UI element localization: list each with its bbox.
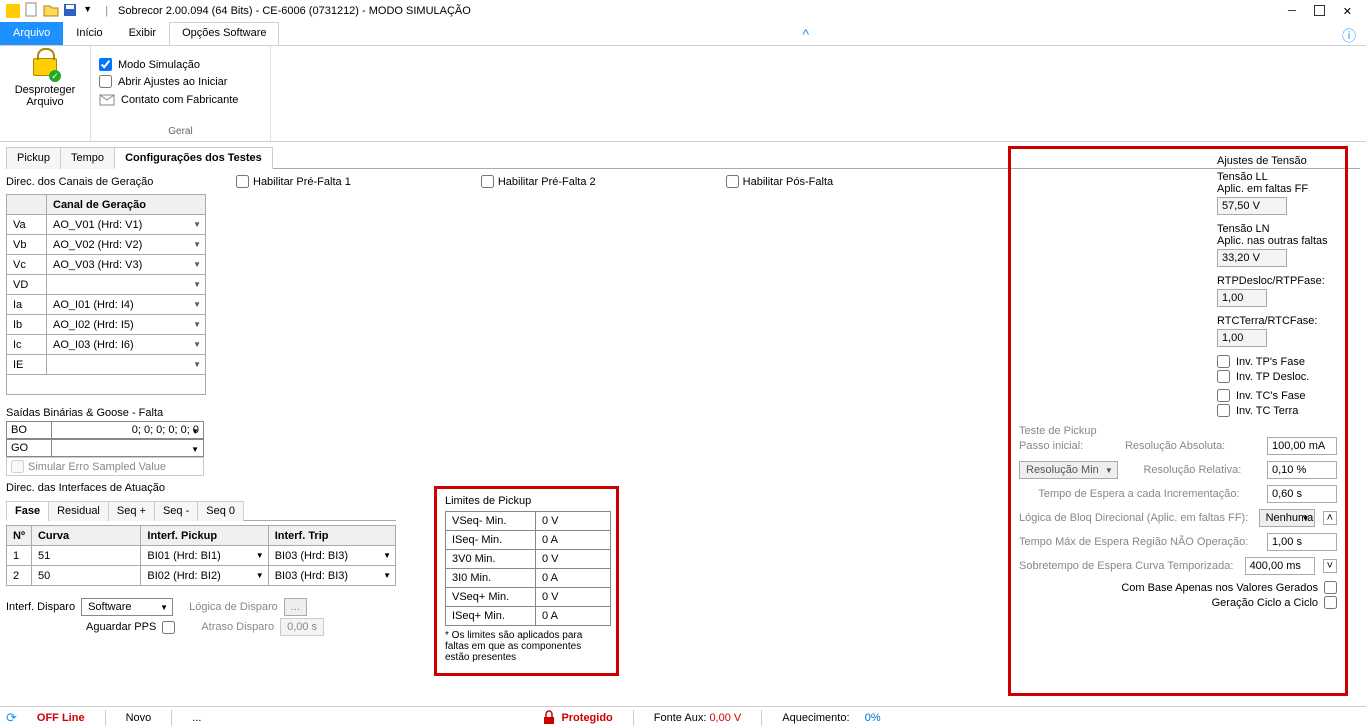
title-bar: ▼ | Sobrecor 2.00.094 (64 Bits) - CE-600…	[0, 0, 1366, 22]
dropdown-icon[interactable]: ▼	[83, 4, 99, 20]
habilitar-pre1-check[interactable]: Habilitar Pré-Falta 1	[236, 175, 351, 188]
ajustes-tensao-box: Ajustes de Tensão Tensão LL Aplic. em fa…	[1008, 146, 1348, 696]
status-novo: Novo	[126, 712, 152, 724]
rtc-field[interactable]: 1,00	[1217, 329, 1267, 347]
save-icon[interactable]	[62, 2, 78, 18]
contato-fabricante-button[interactable]: Contato com Fabricante	[99, 90, 262, 110]
app-icon	[6, 4, 20, 18]
tab-inicio[interactable]: Início	[63, 22, 115, 45]
close-button[interactable]: ✕	[1343, 5, 1352, 18]
tab-opcoes-software[interactable]: Opções Software	[169, 22, 279, 45]
interf-disparo-select[interactable]: Software	[81, 598, 173, 616]
window-title: Sobrecor 2.00.094 (64 Bits) - CE-6006 (0…	[118, 5, 471, 17]
gen-channel-table[interactable]: Canal de Geração VaAO_V01 (Hrd: V1) VbAO…	[6, 194, 206, 395]
tab-exibir[interactable]: Exibir	[116, 22, 170, 45]
quick-access[interactable]: ▼	[24, 2, 101, 21]
tab-arquivo[interactable]: Arquivo	[0, 22, 63, 45]
curve-table[interactable]: NºCurvaInterf. PickupInterf. Trip 151BI0…	[6, 525, 396, 586]
minimize-button[interactable]: ─	[1288, 5, 1296, 18]
status-bar: ⟳ OFF Line Novo ... Protegido Fonte Aux:…	[0, 706, 1366, 728]
open-folder-icon[interactable]	[43, 2, 59, 18]
tensao-ln-field[interactable]: 33,20 V	[1217, 249, 1287, 267]
go-select[interactable]	[52, 439, 204, 457]
help-icon[interactable]: ⓘ	[1332, 22, 1366, 45]
simular-erro-check: Simular Erro Sampled Value	[6, 457, 204, 476]
rtpd-field[interactable]: 1,00	[1217, 289, 1267, 307]
phase-tab-residual[interactable]: Residual	[48, 501, 109, 521]
fonte-aux-label: Fonte Aux: 0,00 V	[654, 712, 741, 724]
status-dots: ...	[192, 712, 201, 724]
tempo-espera-field[interactable]: 0,60 s	[1267, 485, 1337, 503]
aguardar-pps-check[interactable]	[162, 621, 175, 634]
maximize-button[interactable]	[1314, 5, 1325, 16]
scroll-down-icon[interactable]: ˅	[1323, 559, 1337, 573]
inv-tc-terra-check[interactable]	[1217, 404, 1230, 417]
collapse-ribbon-icon[interactable]: ^	[792, 22, 819, 45]
inv-tp-fase-check[interactable]	[1217, 355, 1230, 368]
tempo-max-field[interactable]: 1,00 s	[1267, 533, 1337, 551]
new-file-icon[interactable]	[24, 2, 40, 18]
direc-canais-label: Direc. dos Canais de Geração	[6, 176, 216, 188]
phase-tab-seqminus[interactable]: Seq -	[154, 501, 198, 521]
status-offline: OFF Line	[37, 712, 85, 724]
habilitar-pos-check[interactable]: Habilitar Pós-Falta	[726, 175, 833, 188]
geracao-ciclo-check[interactable]	[1324, 596, 1337, 609]
inv-tp-desloc-check[interactable]	[1217, 370, 1230, 383]
scroll-up-icon[interactable]: ˄	[1323, 511, 1337, 525]
subtab-tempo[interactable]: Tempo	[60, 147, 115, 169]
lock-icon	[541, 710, 557, 726]
group-caption-geral: Geral	[99, 126, 262, 137]
interf-disparo-label: Interf. Disparo	[6, 601, 75, 613]
ribbon-tabs: Arquivo Início Exibir Opções Software ^ …	[0, 22, 1366, 46]
workspace: Pickup Tempo Configurações dos Testes Di…	[0, 142, 1366, 706]
logica-bloq-select[interactable]: Nenhuma	[1259, 509, 1315, 527]
phase-tab-fase[interactable]: Fase	[6, 501, 49, 521]
abrir-ajustes-check[interactable]: Abrir Ajustes ao Iniciar	[99, 73, 262, 90]
status-protegido: Protegido	[541, 710, 612, 726]
subtab-pickup[interactable]: Pickup	[6, 147, 61, 169]
phase-tab-seqplus[interactable]: Seq +	[108, 501, 155, 521]
inv-tc-fase-check[interactable]	[1217, 389, 1230, 402]
atraso-disparo-field: 0,00 s	[280, 618, 324, 636]
sync-icon[interactable]: ⟳	[6, 710, 17, 726]
modo-simulacao-check[interactable]: Modo Simulação	[99, 56, 262, 73]
mail-icon	[99, 92, 115, 108]
habilitar-pre2-check[interactable]: Habilitar Pré-Falta 2	[481, 175, 596, 188]
limites-pickup-box: Limites de Pickup VSeq- Min.0 V ISeq- Mi…	[434, 486, 619, 676]
res-relativa-field[interactable]: 0,10 %	[1267, 461, 1337, 479]
desproteger-arquivo-button[interactable]: ✓ Desproteger Arquivo	[8, 50, 82, 110]
logica-disparo-button: ...	[284, 598, 307, 616]
unlock-icon: ✓	[29, 50, 61, 82]
resolucao-min-select[interactable]: Resolução Min	[1019, 461, 1118, 479]
com-base-check[interactable]	[1324, 581, 1337, 594]
tensao-ll-field[interactable]: 57,50 V	[1217, 197, 1287, 215]
bo-select[interactable]: 0; 0; 0; 0; 0; 0	[52, 421, 204, 439]
aquecimento-label: Aquecimento: 0%	[782, 712, 880, 724]
subtab-config-testes[interactable]: Configurações dos Testes	[114, 147, 273, 169]
phase-tab-seq0[interactable]: Seq 0	[197, 501, 244, 521]
res-absoluta-field[interactable]: 100,00 mA	[1267, 437, 1337, 455]
ribbon-body: ✓ Desproteger Arquivo Modo Simulação Abr…	[0, 46, 1366, 142]
sobretempo-field[interactable]: 400,00 ms	[1245, 557, 1315, 575]
